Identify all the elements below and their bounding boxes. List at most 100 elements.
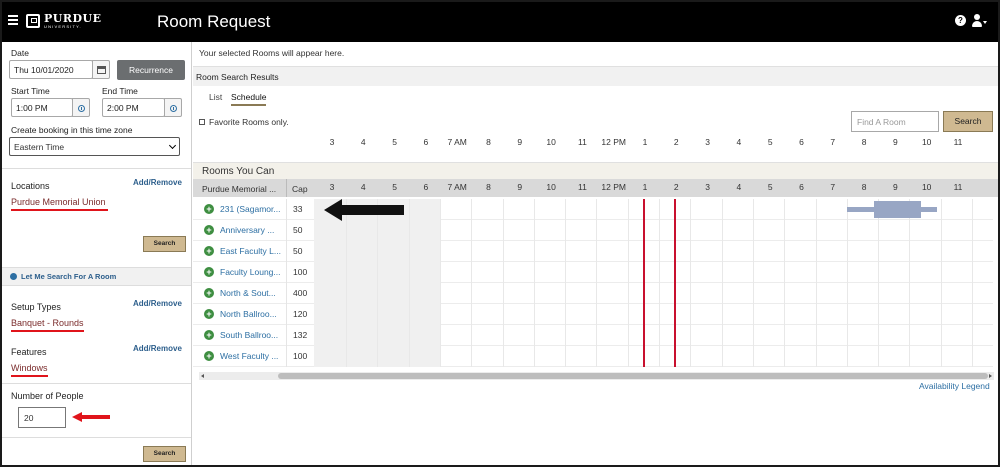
scroll-left-icon[interactable]	[201, 374, 204, 378]
hour-gridline	[784, 199, 786, 367]
room-row[interactable]: + North Ballroo... 120	[193, 304, 993, 325]
tab-list[interactable]: List	[209, 92, 222, 102]
locations-add-remove-link[interactable]: Add/Remove	[133, 178, 182, 187]
room-row[interactable]: + North & Sout... 400	[193, 283, 993, 304]
calendar-icon	[97, 66, 106, 74]
divider	[2, 383, 191, 384]
hour-gridline	[471, 199, 473, 367]
calendar-button[interactable]	[92, 60, 110, 79]
hour-label: 9	[517, 137, 523, 147]
add-room-icon[interactable]: +	[204, 309, 214, 319]
hour-label: 6	[799, 137, 804, 147]
favorite-checkbox[interactable]	[199, 119, 205, 125]
hour-gridline	[596, 199, 598, 367]
add-room-icon[interactable]: +	[204, 246, 214, 256]
hour-gridline	[972, 199, 973, 367]
hour-gridline	[659, 199, 660, 367]
timezone-select[interactable]: Eastern Time	[9, 137, 180, 156]
room-name-link[interactable]: 231 (Sagamor...	[220, 204, 280, 214]
end-time-input[interactable]: 2:00 PM	[102, 98, 165, 117]
start-time-picker[interactable]	[72, 98, 90, 117]
hour-label: 4	[736, 137, 742, 147]
add-room-icon[interactable]: +	[204, 288, 214, 298]
room-row[interactable]: + Anniversary ... 50	[193, 220, 993, 241]
favorite-rooms-toggle[interactable]: Favorite Rooms only.	[199, 117, 289, 127]
room-name-link[interactable]: South Ballroo...	[220, 330, 278, 340]
hour-label: 1	[642, 137, 648, 147]
hour-gridline	[627, 199, 629, 367]
help-icon[interactable]: ?	[955, 15, 966, 26]
room-row[interactable]: + West Faculty ... 100	[193, 346, 993, 367]
room-name-link[interactable]: Anniversary ...	[220, 225, 274, 235]
setup-types-add-remove-link[interactable]: Add/Remove	[133, 299, 182, 308]
hour-label: 4	[360, 137, 366, 147]
favorite-label: Favorite Rooms only.	[209, 117, 289, 127]
room-row[interactable]: + Faculty Loung... 100	[193, 262, 993, 283]
date-label: Date	[11, 48, 29, 58]
hour-label: 8	[861, 182, 867, 192]
number-of-people-input[interactable]: 20	[18, 407, 66, 428]
user-menu-icon[interactable]	[972, 14, 988, 28]
menu-icon[interactable]	[8, 15, 18, 25]
selected-rooms-note: Your selected Rooms will appear here.	[199, 48, 345, 58]
scrollbar-thumb[interactable]	[278, 373, 988, 379]
availability-legend-link[interactable]: Availability Legend	[919, 381, 990, 391]
add-room-icon[interactable]: +	[204, 330, 214, 340]
hour-label: 3	[329, 137, 335, 147]
room-name-link[interactable]: Faculty Loung...	[220, 267, 280, 277]
room-capacity: 50	[293, 246, 303, 256]
room-name-link[interactable]: West Faculty ...	[220, 351, 278, 361]
room-row[interactable]: + South Ballroo... 132	[193, 325, 993, 346]
hour-label: 7	[830, 137, 836, 147]
start-time-input[interactable]: 1:00 PM	[11, 98, 73, 117]
hour-gridline	[909, 199, 911, 367]
end-time-picker[interactable]	[164, 98, 182, 117]
hour-label: 10	[921, 182, 932, 192]
hour-label: 12 PM	[601, 182, 626, 192]
top-bar: PURDUE UNIVERSITY. Room Request ?	[2, 2, 998, 42]
find-room-input[interactable]: Find A Room	[851, 111, 939, 132]
booking-panel: Date Thu 10/01/2020 Recurrence Start Tim…	[2, 42, 192, 465]
add-room-icon[interactable]: +	[204, 351, 214, 361]
find-room-search-button[interactable]: Search	[943, 111, 993, 132]
annotation-underline	[11, 375, 48, 377]
add-room-icon[interactable]: +	[204, 225, 214, 235]
annotation-underline	[11, 330, 84, 332]
room-capacity: 100	[293, 351, 308, 361]
purdue-logo[interactable]: PURDUE UNIVERSITY.	[26, 12, 102, 30]
date-input[interactable]: Thu 10/01/2020	[9, 60, 93, 79]
hour-gridline	[533, 199, 535, 367]
start-time-label: Start Time	[11, 86, 50, 96]
features-add-remove-link[interactable]: Add/Remove	[133, 344, 182, 353]
location-value: Purdue Memorial Union	[11, 197, 106, 207]
room-capacity: 50	[293, 225, 303, 235]
hour-gridline	[878, 199, 880, 367]
horizontal-scrollbar[interactable]	[199, 372, 994, 380]
hour-gridline	[815, 199, 817, 367]
room-name-link[interactable]: East Faculty L...	[220, 246, 281, 256]
let-me-search-toggle[interactable]: Let Me Search For A Room	[2, 267, 191, 286]
locations-title: Locations	[11, 181, 50, 191]
add-room-icon[interactable]: +	[204, 204, 214, 214]
chevron-circle-icon	[10, 273, 17, 280]
hour-label: 10	[546, 137, 556, 147]
hour-label: 3	[705, 182, 710, 192]
scroll-right-icon[interactable]	[989, 374, 992, 378]
hour-gridline	[408, 199, 410, 367]
hour-label: 4	[736, 182, 742, 192]
room-row[interactable]: + East Faculty L... 50	[193, 241, 993, 262]
recurrence-button[interactable]: Recurrence	[117, 60, 185, 80]
room-name-link[interactable]: North & Sout...	[220, 288, 276, 298]
hour-gridline	[377, 199, 379, 367]
tab-schedule[interactable]: Schedule	[231, 92, 267, 106]
hour-gridline	[346, 199, 347, 367]
logo-sub: UNIVERSITY.	[44, 24, 82, 29]
locations-search-button[interactable]: Search	[143, 236, 186, 252]
booking-block[interactable]	[874, 201, 922, 218]
hour-label: 11	[577, 137, 587, 147]
hour-gridline	[502, 199, 504, 367]
chevron-down-icon	[168, 141, 177, 150]
room-name-link[interactable]: North Ballroo...	[220, 309, 277, 319]
people-search-button[interactable]: Search	[143, 446, 186, 462]
add-room-icon[interactable]: +	[204, 267, 214, 277]
